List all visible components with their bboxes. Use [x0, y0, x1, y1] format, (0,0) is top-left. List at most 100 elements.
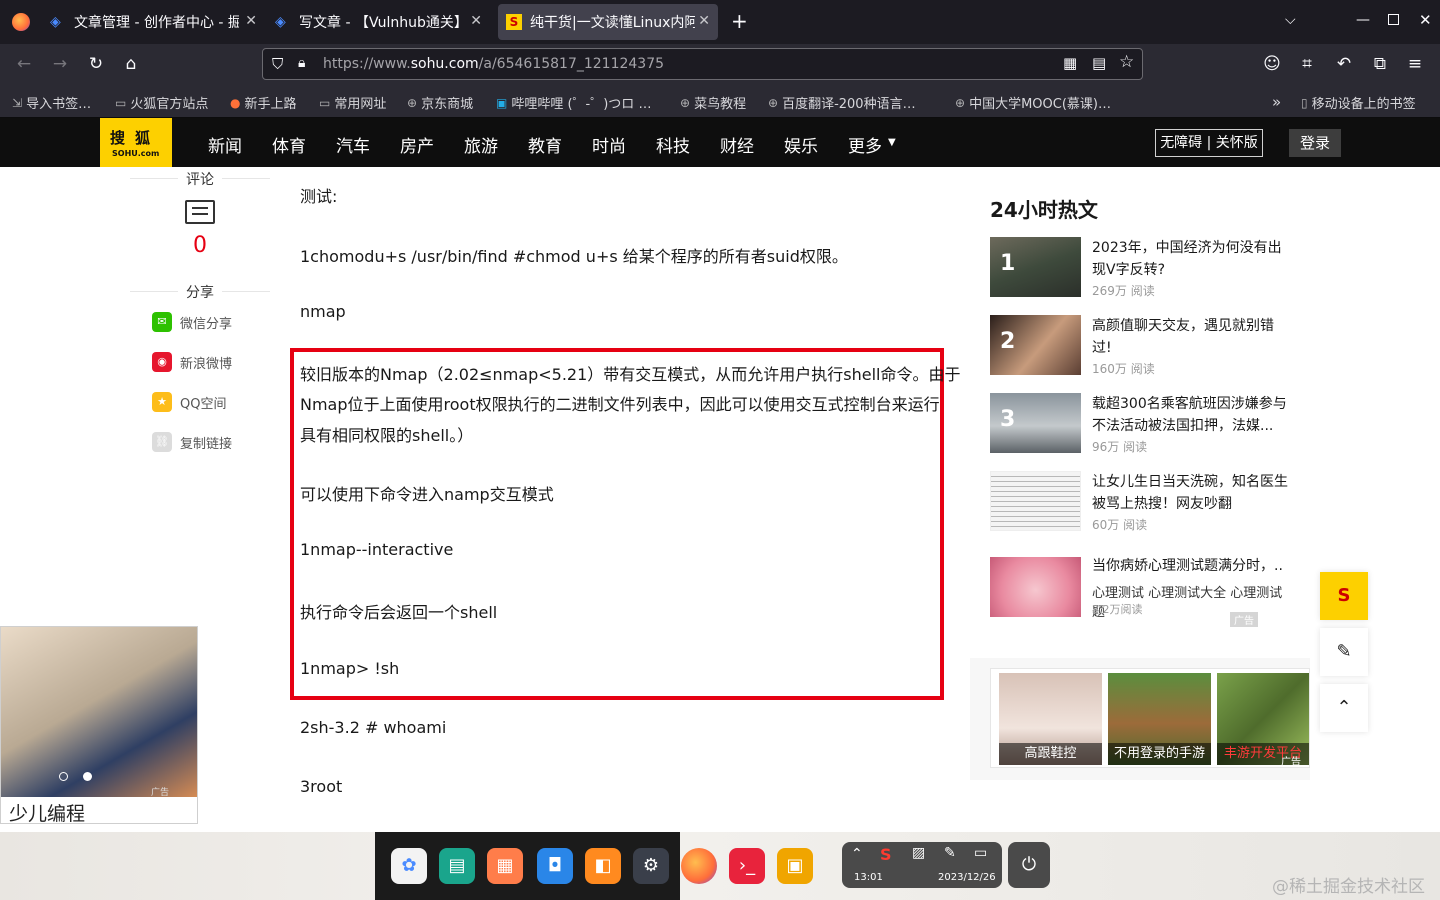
back-arrow-icon[interactable]: ←	[13, 53, 35, 75]
settings-gear-icon[interactable]: ⚙	[633, 848, 669, 884]
firefox-icon[interactable]	[681, 848, 717, 884]
bookmark-baidu-translate[interactable]: ⊕ 百度翻译-200种语言…	[768, 93, 916, 113]
sohu-favicon-icon: S	[506, 14, 522, 30]
file-manager-icon[interactable]: ◘	[537, 848, 573, 884]
nav-finance[interactable]: 财经	[720, 132, 754, 157]
close-window-icon[interactable]: ✕	[1419, 11, 1432, 29]
hot-article-thumbnail[interactable]: 1	[990, 237, 1081, 297]
account-avatar-icon[interactable]: ☺	[1261, 53, 1283, 75]
multitask-view-icon[interactable]: ▤	[439, 848, 475, 884]
hot-article-item[interactable]: 1 2023年，中国经济为何没有出现V字反转? 269万 阅读	[990, 237, 1290, 299]
hot-article-thumbnail[interactable]	[990, 471, 1081, 531]
bookmark-common-sites[interactable]: ▭ 常用网址	[319, 93, 386, 113]
firefox-menu-icon[interactable]	[12, 13, 30, 31]
pen-tool-icon[interactable]: ✎	[944, 845, 956, 861]
hot-article-thumbnail[interactable]: 2	[990, 315, 1081, 375]
minimize-window-icon[interactable]: —	[1356, 12, 1370, 28]
hot-article-item[interactable]: 让女儿生日当天洗碗，知名医生被骂上热搜！网友吵翻 60万 阅读	[990, 471, 1290, 533]
ad-tile[interactable]: 高跟鞋控	[999, 673, 1102, 765]
window-manager-icon[interactable]: ▣	[777, 848, 813, 884]
ad-tile[interactable]: 丰游开发平台	[1217, 673, 1309, 765]
hot-article-item-ad[interactable]: 当你病娇心理测试题满分时，.. 心理测试 心理测试大全 心理测试题 2.2万阅读…	[990, 557, 1290, 627]
back-to-top-icon[interactable]: ⌃	[1320, 684, 1368, 732]
tab-article-management[interactable]: ◈ 文章管理 - 创作者中心 - 掘 ✕	[50, 0, 265, 44]
launcher-icon[interactable]: ✿	[391, 848, 427, 884]
system-tray: ⌃ S ▨ ✎ ▭ 13:01 2023/12/26	[842, 842, 1002, 888]
lock-icon[interactable]: 🔒︎	[298, 55, 305, 71]
clock-date[interactable]: 2023/12/26	[938, 872, 996, 883]
ad-image[interactable]	[1, 627, 197, 797]
tracking-shield-icon[interactable]: ⛉	[272, 55, 283, 73]
edit-pen-icon[interactable]: ✎	[1320, 628, 1368, 676]
close-tab-icon[interactable]: ✕	[245, 13, 257, 29]
nav-auto[interactable]: 汽车	[336, 132, 370, 157]
bookmark-jd[interactable]: ⊕ 京东商城	[407, 93, 473, 113]
bookmark-bilibili[interactable]: ▣ 哔哩哔哩 (゜-゜)つロ …	[496, 93, 651, 113]
nav-sports[interactable]: 体育	[272, 132, 306, 157]
ad-tile[interactable]: 不用登录的手游	[1108, 673, 1211, 765]
app-store-icon[interactable]: ▦	[487, 848, 523, 884]
nav-fashion[interactable]: 时尚	[592, 132, 626, 157]
power-button-icon[interactable]: ⏻	[1008, 842, 1050, 888]
reader-view-icon[interactable]: ▤	[1092, 54, 1106, 72]
comments-count[interactable]: 0	[193, 233, 207, 258]
list-all-tabs-icon[interactable]: ⌵	[1285, 12, 1296, 28]
hot-article-item[interactable]: 3 载超300名乘客航班因涉嫌参与不法活动被法国扣押，法媒... 96万 阅读	[990, 393, 1290, 455]
ad-thumbnail[interactable]	[990, 557, 1081, 617]
hot-article-thumbnail[interactable]: 3	[990, 393, 1081, 453]
bookmarks-overflow-icon[interactable]: »	[1272, 93, 1281, 111]
nav-tech[interactable]: 科技	[656, 132, 690, 157]
sohu-logo[interactable]: 搜狐 SOHU.com	[100, 118, 172, 167]
clock-time[interactable]: 13:01	[854, 872, 883, 883]
nav-more[interactable]: 更多	[848, 132, 882, 157]
hot-article-item[interactable]: 2 高颜值聊天交友，遇见就别错过! 160万 阅读	[990, 315, 1290, 377]
login-button[interactable]: 登录	[1289, 129, 1341, 157]
comment-icon[interactable]	[185, 200, 215, 224]
close-tab-icon[interactable]: ✕	[698, 13, 710, 29]
extensions-icon[interactable]: ⧉	[1369, 53, 1391, 75]
screenshot-icon[interactable]: ▨	[912, 845, 925, 861]
carousel-dot-active[interactable]	[83, 772, 92, 781]
close-tab-icon[interactable]: ✕	[470, 13, 482, 29]
reload-icon[interactable]: ↻	[85, 53, 107, 75]
bookmark-getting-started[interactable]: ● 新手上路	[230, 93, 297, 113]
share-copy-link[interactable]: ⛓ 复制链接	[152, 432, 232, 452]
screenshot-crop-icon[interactable]: ⌗	[1296, 53, 1318, 75]
share-wechat[interactable]: ✉ 微信分享	[152, 312, 232, 332]
tab-sohu-article[interactable]: S 纯干货|一文读懂Linux内阿 ✕	[498, 4, 718, 40]
address-bar[interactable]: ⛉ 🔒︎ https://www.sohu.com/a/654615817_12…	[262, 48, 1143, 80]
undo-icon[interactable]: ↶	[1333, 53, 1355, 75]
nav-news[interactable]: 新闻	[208, 132, 242, 157]
terminal-icon[interactable]: ›_	[729, 848, 765, 884]
sohu-app-button[interactable]: S	[1320, 572, 1368, 620]
qr-code-icon[interactable]: ▦	[1063, 54, 1077, 72]
nav-travel[interactable]: 旅游	[464, 132, 498, 157]
accessibility-button[interactable]: 无障碍 | 关怀版	[1155, 129, 1263, 157]
juejin-icon: ◈	[275, 14, 286, 30]
bookmark-firefox-site[interactable]: ▭ 火狐官方站点	[115, 93, 208, 113]
home-icon[interactable]: ⌂	[120, 53, 142, 75]
bookmark-star-icon[interactable]: ☆	[1119, 52, 1134, 72]
carousel-dot[interactable]	[59, 772, 68, 781]
nav-entertainment[interactable]: 娱乐	[784, 132, 818, 157]
floating-ad[interactable]: 广告 少儿编程	[0, 626, 198, 826]
caret-down-icon[interactable]: ▼	[888, 137, 896, 148]
share-weibo[interactable]: ◉ 新浪微博	[152, 352, 232, 372]
bookmark-import[interactable]: ⇲ 导入书签…	[12, 93, 91, 113]
bookmark-runoob[interactable]: ⊕ 菜鸟教程	[680, 93, 746, 113]
bookmark-mobile[interactable]: ▯ 移动设备上的书签	[1301, 93, 1416, 113]
forward-arrow-icon[interactable]: →	[49, 53, 71, 75]
nav-house[interactable]: 房产	[400, 132, 434, 157]
nav-education[interactable]: 教育	[528, 132, 562, 157]
hamburger-menu-icon[interactable]: ≡	[1404, 53, 1426, 75]
toggle-panel-icon[interactable]: ▭	[974, 845, 987, 861]
tab-write-article[interactable]: ◈ 写文章 - 【Vulnhub通关】 ✕	[275, 0, 490, 44]
ad-title[interactable]: 少儿编程	[9, 799, 85, 826]
new-tab-button[interactable]: +	[731, 9, 748, 33]
maximize-window-icon[interactable]	[1388, 14, 1399, 25]
bookmark-mooc[interactable]: ⊕ 中国大学MOOC(慕课)…	[955, 93, 1111, 113]
tray-expand-icon[interactable]: ⌃	[851, 846, 863, 862]
sogou-ime-icon[interactable]: S	[880, 845, 892, 864]
share-qzone[interactable]: ★ QQ空间	[152, 392, 226, 412]
store-bag-icon[interactable]: ◧	[585, 848, 621, 884]
